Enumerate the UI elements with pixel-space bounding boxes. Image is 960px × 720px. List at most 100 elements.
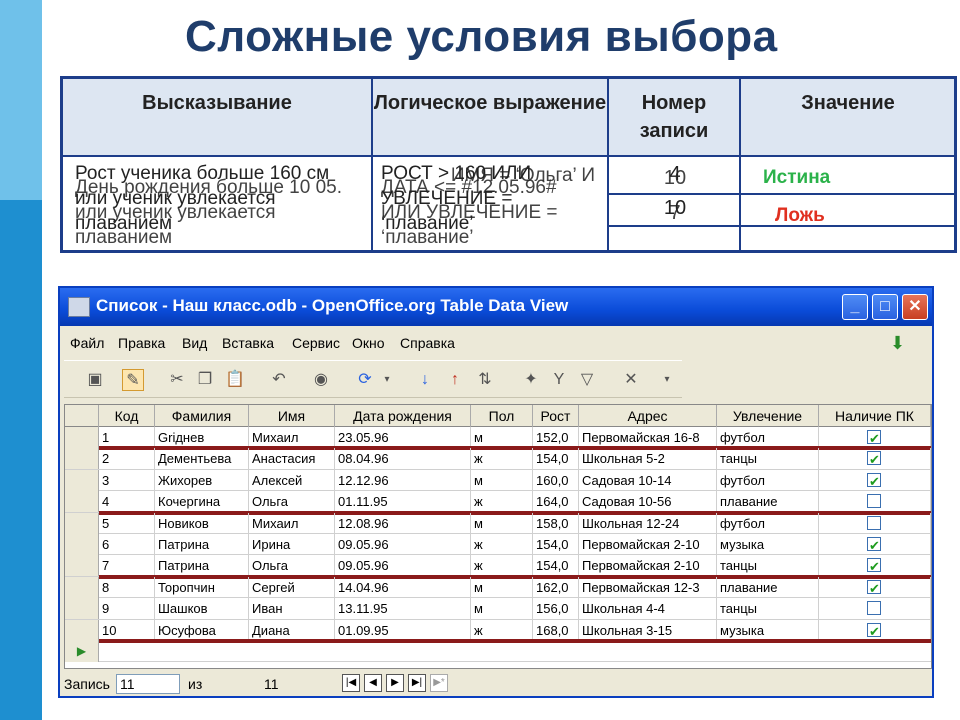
menu-insert[interactable]: Вставка xyxy=(222,335,274,351)
sort-descending-icon[interactable]: ↑ xyxy=(444,369,466,391)
col-header-id[interactable]: Код xyxy=(99,405,155,427)
row-selector[interactable] xyxy=(65,491,99,513)
cell-hobby[interactable]: танцы xyxy=(717,448,819,470)
cell-surname[interactable]: Шашков xyxy=(155,598,249,620)
window-titlebar[interactable]: Список - Наш класс.odb - OpenOffice.org … xyxy=(60,288,932,326)
cell-surname[interactable]: Кочергина xyxy=(155,491,249,513)
cell-name[interactable]: Михаил xyxy=(249,512,335,534)
last-record-button[interactable]: ▶| xyxy=(408,674,426,692)
copy-icon[interactable]: ❐ xyxy=(194,369,216,391)
cell-address[interactable]: Школьная 4-4 xyxy=(579,598,717,620)
cell-address[interactable]: Школьная 3-15 xyxy=(579,619,717,641)
cell-date[interactable]: 08.04.96 xyxy=(335,448,471,470)
menu-edit[interactable]: Правка xyxy=(118,335,165,351)
cell-surname[interactable]: Griднев xyxy=(155,427,249,448)
col-header-date[interactable]: Дата рождения xyxy=(335,405,471,427)
table-row[interactable]: 2 Дементьева Анастасия 08.04.96 ж 154,0 Школьн… xyxy=(65,448,931,470)
cell-sex[interactable]: ж xyxy=(471,555,533,577)
cell-name[interactable]: Михаил xyxy=(249,427,335,448)
record-number-input[interactable]: 11 xyxy=(116,674,180,694)
menu-file[interactable]: Файл xyxy=(70,335,104,351)
cell-address[interactable]: Первомайская 16-8 xyxy=(579,427,717,448)
cell-surname[interactable]: Новиков xyxy=(155,512,249,534)
pc-checkbox[interactable] xyxy=(867,471,881,491)
cell-date[interactable]: 12.12.96 xyxy=(335,469,471,491)
new-record-button[interactable]: ▶* xyxy=(430,674,448,692)
sort-ascending-icon[interactable]: ↓ xyxy=(414,369,436,391)
pc-checkbox[interactable] xyxy=(867,494,881,509)
cell-height[interactable]: 162,0 xyxy=(533,576,579,598)
cell-name[interactable]: Сергей xyxy=(249,576,335,598)
cell-height[interactable]: 164,0 xyxy=(533,491,579,513)
refresh-icon[interactable]: ⟳ xyxy=(354,369,376,391)
pc-checkbox[interactable] xyxy=(867,621,881,641)
cell-name[interactable]: Ольга xyxy=(249,491,335,513)
download-icon[interactable]: ⬇ xyxy=(890,333,912,353)
cell-sex[interactable]: ж xyxy=(471,534,533,555)
cell-sex[interactable]: м xyxy=(471,576,533,598)
row-selector[interactable] xyxy=(65,598,99,620)
cell-date[interactable]: 09.05.96 xyxy=(335,534,471,555)
refresh-dropdown-icon[interactable]: ▾ xyxy=(376,369,398,391)
cell-hobby[interactable]: футбол xyxy=(717,469,819,491)
close-button[interactable]: ✕ xyxy=(902,294,928,320)
table-row[interactable]: 3 Жихорев Алексей 12.12.96 м 160,0 Садовая 10-… xyxy=(65,469,931,492)
col-header-sex[interactable]: Пол xyxy=(471,405,533,427)
cell-address[interactable]: Садовая 10-56 xyxy=(579,491,717,513)
cell-surname[interactable]: Юсуфова xyxy=(155,619,249,641)
cell-id[interactable]: 1 xyxy=(99,427,155,448)
cell-date[interactable]: 01.11.95 xyxy=(335,491,471,513)
cell-name[interactable]: Иван xyxy=(249,598,335,620)
col-header-pc[interactable]: Наличие ПК xyxy=(819,405,931,427)
edit-icon[interactable]: ✎ xyxy=(122,369,144,391)
new-row-indicator-icon[interactable]: ▶ xyxy=(65,641,99,662)
cell-date[interactable]: 23.05.96 xyxy=(335,427,471,448)
cell-sex[interactable]: ж xyxy=(471,619,533,641)
cell-address[interactable]: Первомайская 12-3 xyxy=(579,576,717,598)
cell-address[interactable]: Первомайская 2-10 xyxy=(579,555,717,577)
cell-height[interactable]: 156,0 xyxy=(533,598,579,620)
row-selector[interactable] xyxy=(65,576,99,598)
table-row[interactable]: 7 Патрина Ольга 09.05.96 ж 154,0 Первомайская … xyxy=(65,555,931,577)
row-selector[interactable] xyxy=(65,512,99,534)
col-header-height[interactable]: Рост xyxy=(533,405,579,427)
cell-sex[interactable]: ж xyxy=(471,448,533,470)
cell-id[interactable]: 5 xyxy=(99,512,155,534)
find-icon[interactable]: ◉ xyxy=(310,369,332,391)
cell-name[interactable]: Диана xyxy=(249,619,335,641)
first-record-button[interactable]: |◀ xyxy=(342,674,360,692)
col-header-name[interactable]: Имя xyxy=(249,405,335,427)
cut-icon[interactable]: ✂ xyxy=(166,369,188,391)
table-row[interactable]: 4 Кочергина Ольга 01.11.95 ж 164,0 Садовая 10-… xyxy=(65,491,931,513)
standard-filter-icon[interactable]: Y xyxy=(548,369,570,391)
cell-hobby[interactable]: танцы xyxy=(717,598,819,620)
menu-view[interactable]: Вид xyxy=(182,335,207,351)
cell-name[interactable]: Анастасия xyxy=(249,448,335,470)
maximize-button[interactable]: □ xyxy=(872,294,898,320)
cell-date[interactable]: 12.08.96 xyxy=(335,512,471,534)
cell-surname[interactable]: Дементьева xyxy=(155,448,249,470)
cell-surname[interactable]: Патрина xyxy=(155,555,249,577)
table-row[interactable]: 5 Новиков Михаил 12.08.96 м 158,0 Школьная 12-… xyxy=(65,512,931,534)
cell-date[interactable]: 13.11.95 xyxy=(335,598,471,620)
cell-height[interactable]: 154,0 xyxy=(533,555,579,577)
cell-id[interactable]: 9 xyxy=(99,598,155,620)
cell-id[interactable]: 4 xyxy=(99,491,155,513)
row-selector[interactable] xyxy=(65,448,99,470)
cell-address[interactable]: Школьная 5-2 xyxy=(579,448,717,470)
cell-id[interactable]: 10 xyxy=(99,619,155,641)
cell-id[interactable]: 2 xyxy=(99,448,155,470)
cell-id[interactable]: 8 xyxy=(99,576,155,598)
cell-hobby[interactable]: плавание xyxy=(717,491,819,513)
save-icon[interactable]: ▣ xyxy=(84,369,106,391)
cell-id[interactable]: 3 xyxy=(99,469,155,491)
undo-icon[interactable]: ↶ xyxy=(268,369,290,391)
cell-sex[interactable]: м xyxy=(471,512,533,534)
pc-checkbox[interactable] xyxy=(867,428,881,448)
pc-checkbox[interactable] xyxy=(867,578,881,598)
previous-record-button[interactable]: ◀ xyxy=(364,674,382,692)
remove-filter-icon[interactable]: ✕ xyxy=(620,369,642,391)
cell-sex[interactable]: м xyxy=(471,427,533,448)
pc-checkbox[interactable] xyxy=(867,601,881,616)
col-header-surname[interactable]: Фамилия xyxy=(155,405,249,427)
